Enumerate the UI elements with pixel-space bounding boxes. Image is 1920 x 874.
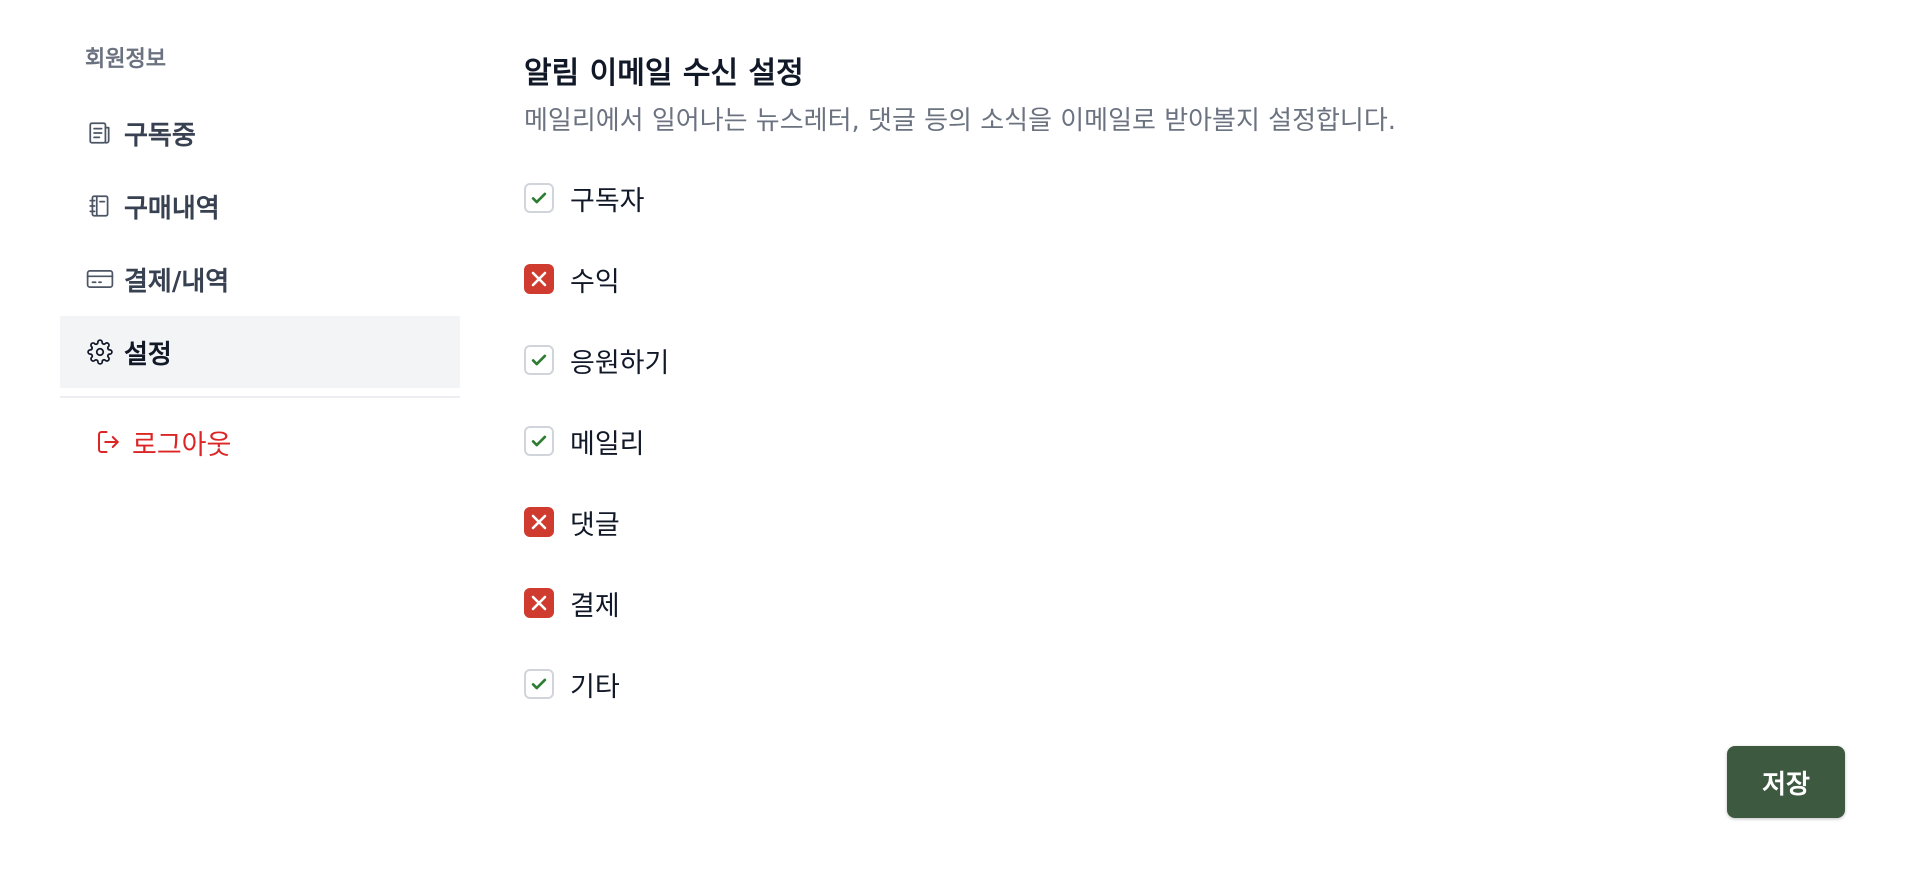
- gear-icon: [86, 338, 114, 366]
- sidebar-item-purchases[interactable]: 구매내역: [60, 170, 460, 242]
- logout-label: 로그아웃: [132, 429, 232, 461]
- option-label: 응원하기: [570, 347, 670, 379]
- sidebar-divider: [60, 396, 460, 398]
- x-icon: [531, 595, 547, 611]
- checkbox-unchecked[interactable]: [524, 507, 554, 537]
- checkbox-checked[interactable]: [524, 426, 554, 456]
- document-list-icon: [86, 119, 114, 147]
- notebook-icon: [86, 192, 114, 220]
- option-subscriber[interactable]: 구독자: [524, 178, 645, 218]
- page-description: 메일리에서 일어나는 뉴스레터, 댓글 등의 소식을 이메일로 받아볼지 설정합…: [524, 106, 1397, 136]
- checkmark-icon: [531, 354, 547, 366]
- sidebar-item-payments[interactable]: 결제/내역: [60, 243, 460, 315]
- option-cheer[interactable]: 응원하기: [524, 340, 669, 380]
- checkmark-icon: [531, 435, 547, 447]
- logout-button[interactable]: 로그아웃: [94, 420, 231, 464]
- x-icon: [531, 271, 547, 287]
- option-label: 댓글: [570, 509, 620, 541]
- page-title: 알림 이메일 수신 설정: [524, 56, 804, 91]
- checkbox-unchecked[interactable]: [524, 588, 554, 618]
- logout-icon: [94, 427, 124, 457]
- save-button[interactable]: 저장: [1727, 746, 1845, 818]
- option-label: 메일리: [570, 428, 645, 460]
- checkbox-unchecked[interactable]: [524, 264, 554, 294]
- option-other[interactable]: 기타: [524, 664, 620, 704]
- credit-card-icon: [86, 265, 114, 293]
- option-label: 기타: [570, 671, 620, 703]
- sidebar-heading: 회원정보: [85, 47, 166, 72]
- option-label: 수익: [570, 266, 620, 298]
- option-payment[interactable]: 결제: [524, 583, 620, 623]
- sidebar-item-label: 결제/내역: [124, 266, 230, 297]
- checkmark-icon: [531, 678, 547, 690]
- sidebar-item-label: 설정: [124, 339, 172, 370]
- option-comment[interactable]: 댓글: [524, 502, 620, 542]
- sidebar-item-label: 구독중: [124, 120, 196, 151]
- checkbox-checked[interactable]: [524, 669, 554, 699]
- sidebar-item-subscriptions[interactable]: 구독중: [60, 97, 460, 169]
- checkmark-icon: [531, 192, 547, 204]
- sidebar-item-label: 구매내역: [124, 193, 220, 224]
- option-maily[interactable]: 메일리: [524, 421, 645, 461]
- checkbox-checked[interactable]: [524, 345, 554, 375]
- option-label: 구독자: [570, 185, 645, 217]
- option-label: 결제: [570, 590, 620, 622]
- option-revenue[interactable]: 수익: [524, 259, 620, 299]
- sidebar-item-settings[interactable]: 설정: [60, 316, 460, 388]
- checkbox-checked[interactable]: [524, 183, 554, 213]
- x-icon: [531, 514, 547, 530]
